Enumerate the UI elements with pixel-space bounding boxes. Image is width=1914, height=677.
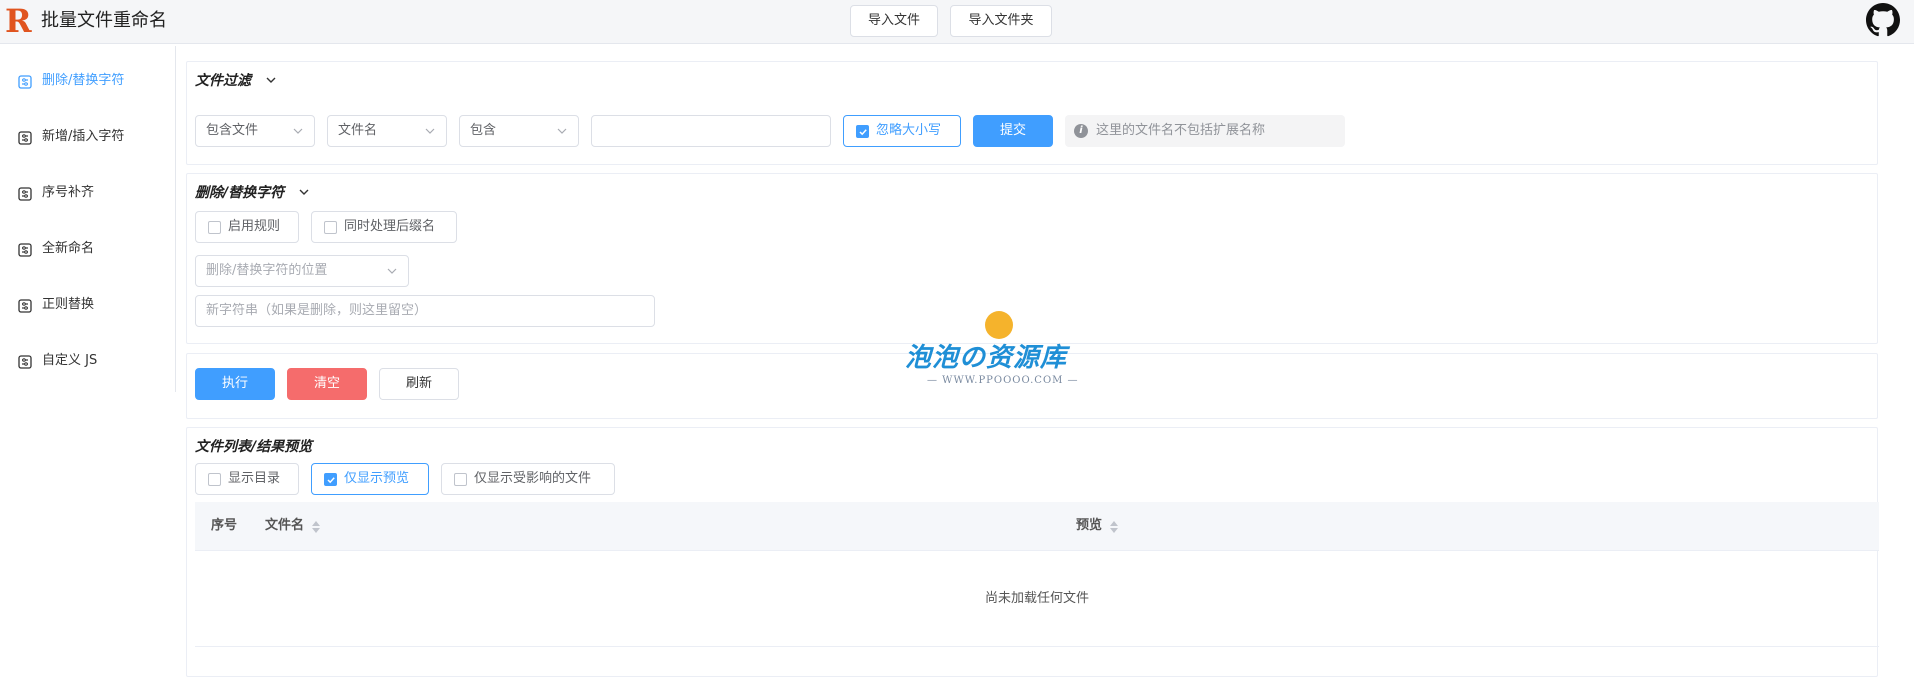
sidebar-item-label: 自定义 JS <box>42 353 98 368</box>
ignore-case-checkbox[interactable]: 忽略大小写 <box>843 115 961 147</box>
watermark-text: 泡泡の资源库 <box>905 343 1068 373</box>
rule-icon <box>18 242 32 257</box>
sidebar-item-label: 删除/替换字符 <box>42 73 125 88</box>
filter-title: 文件过滤 <box>195 73 251 89</box>
mode-select[interactable]: 包含 <box>459 115 579 147</box>
sidebar-item-label: 全新命名 <box>42 241 95 256</box>
position-select-placeholder: 删除/替换字符的位置 <box>206 263 328 278</box>
sidebar: 删除/替换字符 新增/插入字符 序号补齐 全新命名 正则替换 自定义 JS <box>0 46 176 392</box>
enable-rule-label: 启用规则 <box>228 219 281 234</box>
sidebar-item-label: 正则替换 <box>42 297 95 312</box>
sort-icon[interactable] <box>311 519 321 535</box>
new-string-placeholder: 新字符串（如果是删除，则这里留空） <box>206 303 428 318</box>
rule-icon <box>18 298 32 313</box>
checkbox-checked-icon <box>324 473 337 486</box>
affected-only-checkbox[interactable]: 仅显示受影响的文件 <box>441 463 615 495</box>
preview-only-checkbox[interactable]: 仅显示预览 <box>311 463 429 495</box>
show-dir-checkbox[interactable]: 显示目录 <box>195 463 299 495</box>
column-preview[interactable]: 预览 <box>1076 502 1102 550</box>
filter-value-input[interactable] <box>591 115 831 147</box>
rule-icon <box>18 74 32 89</box>
checkbox-icon <box>208 473 221 486</box>
affected-only-label: 仅显示受影响的文件 <box>474 471 592 486</box>
import-file-button[interactable]: 导入文件 <box>850 5 938 37</box>
field-select[interactable]: 文件名 <box>327 115 447 147</box>
chevron-down-icon <box>292 125 304 137</box>
field-select-value: 文件名 <box>338 123 378 138</box>
process-ext-checkbox[interactable]: 同时处理后缀名 <box>311 211 457 243</box>
empty-table-text: 尚未加载任何文件 <box>195 550 1879 647</box>
include-select-value: 包含文件 <box>206 123 259 138</box>
sun-icon <box>985 311 1013 339</box>
chevron-down-icon <box>556 125 568 137</box>
sidebar-item-label: 新增/插入字符 <box>42 129 125 144</box>
rule-icon <box>18 354 32 369</box>
checkbox-icon <box>454 473 467 486</box>
submit-button[interactable]: 提交 <box>973 115 1053 147</box>
github-icon[interactable] <box>1866 3 1900 37</box>
chevron-down-icon <box>386 265 398 277</box>
ignore-case-label: 忽略大小写 <box>876 123 942 138</box>
sidebar-item-label: 序号补齐 <box>42 185 95 200</box>
sort-icon[interactable] <box>1109 519 1119 535</box>
filter-hint-text: 这里的文件名不包括扩展名称 <box>1096 123 1266 138</box>
column-filename[interactable]: 文件名 <box>265 502 304 550</box>
file-table-header: 序号 文件名 预览 <box>195 502 1879 551</box>
file-list-title: 文件列表/结果预览 <box>195 439 313 455</box>
refresh-button[interactable]: 刷新 <box>379 368 459 400</box>
watermark-url: — WWW.PPOOOO.COM — <box>927 375 1079 386</box>
watermark: 泡泡の资源库 — WWW.PPOOOO.COM — <box>905 311 1105 391</box>
import-folder-button[interactable]: 导入文件夹 <box>950 5 1052 37</box>
checkbox-icon <box>208 221 221 234</box>
rule-icon <box>18 186 32 201</box>
preview-only-label: 仅显示预览 <box>344 471 410 486</box>
checkbox-checked-icon <box>856 125 869 138</box>
mode-select-value: 包含 <box>470 123 497 138</box>
replace-title: 删除/替换字符 <box>195 185 285 201</box>
checkbox-icon <box>324 221 337 234</box>
position-select[interactable]: 删除/替换字符的位置 <box>195 255 409 287</box>
clear-button[interactable]: 清空 <box>287 368 367 400</box>
chevron-down-icon[interactable] <box>264 73 278 87</box>
info-icon: i <box>1074 124 1088 138</box>
app-header: R 批量文件重命名 导入文件 导入文件夹 <box>0 0 1914 44</box>
show-dir-label: 显示目录 <box>228 471 281 486</box>
process-ext-label: 同时处理后缀名 <box>344 219 436 234</box>
new-string-input[interactable]: 新字符串（如果是删除，则这里留空） <box>195 295 655 327</box>
app-logo: R <box>5 2 32 40</box>
include-select[interactable]: 包含文件 <box>195 115 315 147</box>
enable-rule-checkbox[interactable]: 启用规则 <box>195 211 299 243</box>
chevron-down-icon[interactable] <box>297 185 311 199</box>
filter-card <box>186 61 1878 165</box>
chevron-down-icon <box>424 125 436 137</box>
app-title: 批量文件重命名 <box>41 10 167 31</box>
rule-icon <box>18 130 32 145</box>
column-index: 序号 <box>211 518 238 533</box>
execute-button[interactable]: 执行 <box>195 368 275 400</box>
filter-hint-alert: i 这里的文件名不包括扩展名称 <box>1065 115 1345 147</box>
